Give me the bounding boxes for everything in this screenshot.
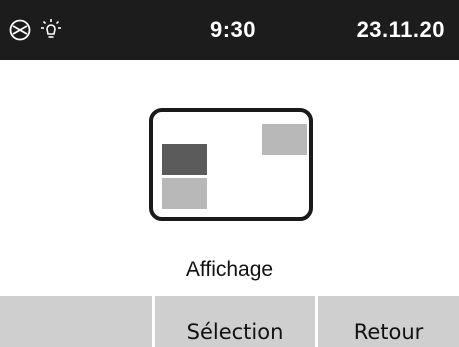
status-icons [8,17,64,43]
timer-off-icon [8,18,32,42]
back-button[interactable]: Retour [318,296,459,347]
date-display: 23.11.20 [356,17,445,42]
preview-tile-selected [162,144,207,175]
select-button[interactable]: Sélection [155,296,315,347]
screen-title: Affichage [185,258,274,281]
display-layout-icon [149,108,313,221]
status-bar: 9:30 23.11.20 [0,0,459,60]
preview-tile-bottom-left [162,178,207,209]
light-bulb-icon [38,17,64,43]
preview-tile-top-right [262,124,307,155]
clock-time: 9:30 [209,17,257,42]
softkey-bar: Sélection Retour [0,296,459,347]
softkey-left[interactable] [0,296,152,347]
